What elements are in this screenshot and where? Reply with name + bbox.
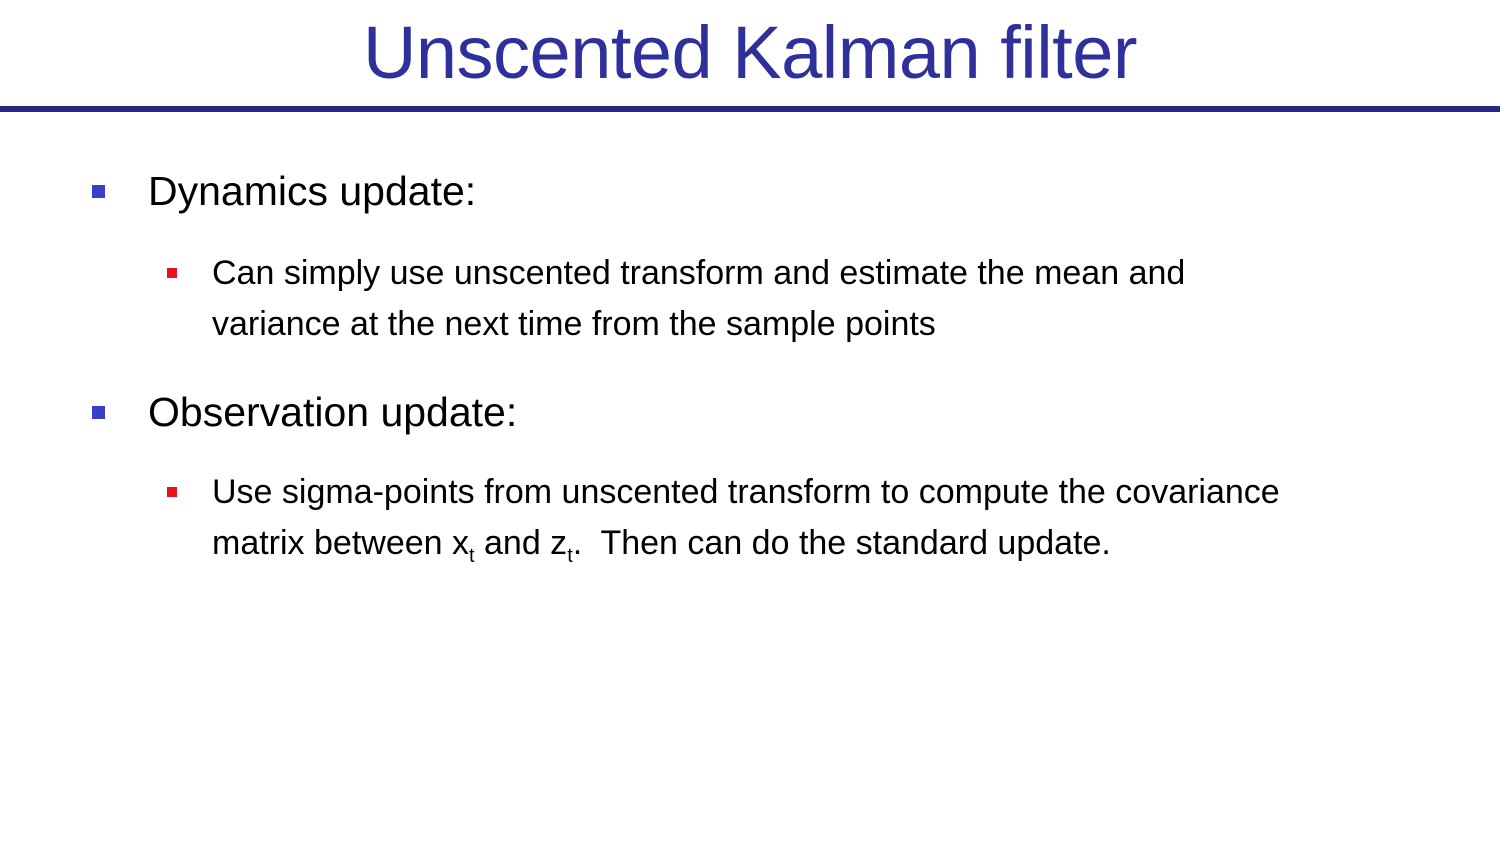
square-bullet-icon [92, 185, 105, 198]
slide-title: Unscented Kalman filter [362, 11, 1138, 94]
square-bullet-icon [167, 268, 177, 278]
bullet-label: Dynamics update: [148, 168, 477, 214]
sub-bullet-line: matrix between xt and zt. Then can do th… [212, 518, 1280, 569]
text-run: . Then can do the standard update. [572, 524, 1111, 562]
sub-bullet-line: Can simply use unscented transform and e… [212, 254, 1186, 292]
sub-bullet-text: Use sigma-points from unscented transfor… [212, 467, 1280, 569]
text-run: matrix between x [212, 524, 469, 562]
text-run: and z [474, 524, 568, 562]
square-bullet-icon [167, 487, 177, 497]
title-divider [0, 106, 1500, 112]
bullet-label: Observation update: [148, 389, 518, 435]
square-bullet-icon [92, 406, 105, 419]
sub-bullet-line: Use sigma-points from unscented transfor… [212, 473, 1280, 511]
sub-bullet-line: variance at the next time from the sampl… [212, 305, 936, 343]
sub-bullet-text: Can simply use unscented transform and e… [212, 248, 1185, 350]
